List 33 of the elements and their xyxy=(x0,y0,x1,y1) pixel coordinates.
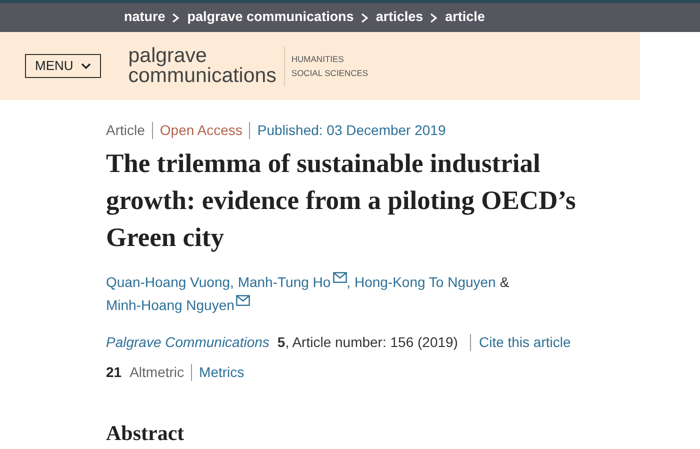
cite-link[interactable]: Cite this article xyxy=(478,332,571,353)
email-icon[interactable] xyxy=(332,272,347,283)
menu-button[interactable]: MENU xyxy=(25,54,102,78)
separator-text: , xyxy=(346,274,351,290)
article-title: The trilemma of sustainable industrial growth: evidence from a piloting OECD’s Green city xyxy=(106,147,577,254)
breadcrumb-link[interactable]: palgrave communications xyxy=(187,7,354,28)
metric-count: 21 xyxy=(106,363,122,382)
breadcrumb-link[interactable]: nature xyxy=(124,7,166,28)
logo-text: palgrave xyxy=(128,46,208,66)
author-link[interactable]: Minh-Hoang Nguyen xyxy=(106,297,234,313)
logo-text: communications xyxy=(128,66,276,86)
article-info-label: Published: 03 December 2019 xyxy=(257,121,446,140)
author-link[interactable]: Manh-Tung Ho xyxy=(238,274,331,290)
citation-text: 5, Article number: 156 (2019) xyxy=(277,333,458,352)
subject-label: SOCIAL SCIENCES xyxy=(291,67,368,80)
breadcrumb-link[interactable]: article xyxy=(445,7,485,28)
author-link[interactable]: Hong-Kong To Nguyen xyxy=(354,274,496,290)
email-icon[interactable] xyxy=(236,295,250,306)
separator-text: , xyxy=(230,274,234,290)
chevron-icon xyxy=(360,12,369,22)
article-info-label: Article xyxy=(106,121,145,140)
article-info-label: Open Access xyxy=(160,121,242,140)
author-link[interactable]: Quan-Hoang Vuong xyxy=(106,274,230,290)
breadcrumb-link[interactable]: articles xyxy=(376,7,424,28)
chevron-icon xyxy=(430,12,438,22)
subject-label: HUMANITIES xyxy=(291,53,345,66)
section-heading: Abstract xyxy=(106,421,186,446)
journal-link[interactable]: Palgrave Communications xyxy=(106,332,270,353)
metrics-link[interactable]: Metrics xyxy=(199,362,244,383)
metric-label: Altmetric xyxy=(130,363,184,382)
separator-text: & xyxy=(500,274,510,290)
chevron-icon xyxy=(172,12,180,22)
caret-icon xyxy=(81,62,92,70)
